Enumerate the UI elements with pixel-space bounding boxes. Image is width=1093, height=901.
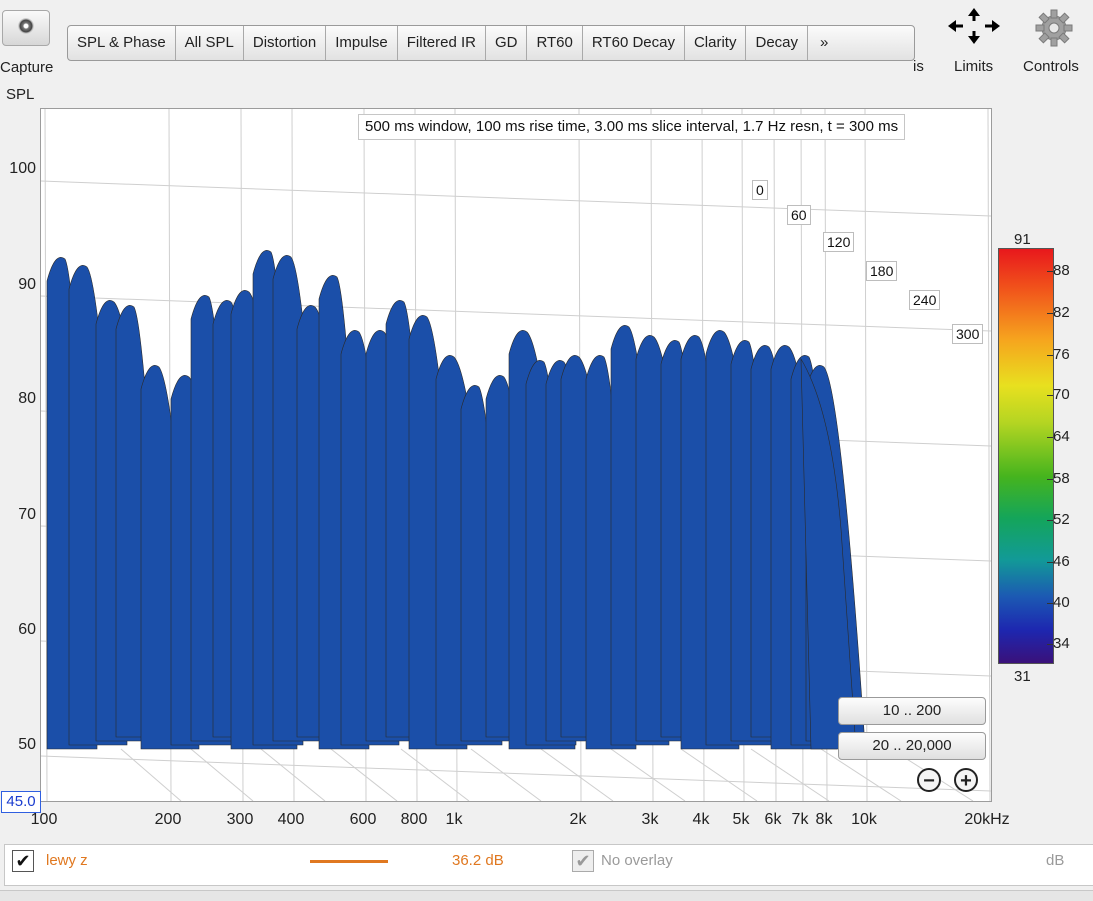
more-tabs-button[interactable]: » [808,26,840,60]
unit-label: dB [1046,852,1065,869]
x-tick: 400 [277,811,305,828]
x-tick: 3k [641,811,659,828]
x-tick: 7k [791,811,809,828]
tab-clarity[interactable]: Clarity [685,26,747,60]
zoom-in-icon[interactable]: + [954,768,978,792]
tab-spl-phase[interactable]: SPL & Phase [68,26,176,60]
limits-button[interactable]: Limits [946,6,1006,76]
y-tick: 90 [18,276,36,293]
zoom-out-icon[interactable]: − [917,768,941,792]
x-tick: 100 [30,811,58,828]
colorbar-tick: 40 [1047,594,1070,611]
limits-label: Limits [954,58,994,75]
tab-distortion[interactable]: Distortion [244,26,327,60]
tab-rt60[interactable]: RT60 [527,26,583,60]
x-tick: 10k [851,811,877,828]
colorbar-min: 31 [1014,668,1031,685]
x-tick: 2k [569,811,587,828]
y-tick: 70 [18,506,36,523]
controls-button[interactable]: Controls [1020,6,1090,76]
y-tick: 60 [18,621,36,638]
time-axis-label: 60 [787,205,811,225]
graph-tabs: SPL & Phase All SPL Distortion Impulse F… [67,25,915,61]
camera-icon [2,10,50,46]
x-tick: 1k [445,811,463,828]
legend-panel [4,844,1093,886]
time-axis-label: 0 [752,180,768,200]
tab-impulse[interactable]: Impulse [326,26,398,60]
status-bar [0,890,1093,901]
y-axis-title: SPL [6,86,35,103]
capture-label: Capture [0,59,54,76]
x-tick: 800 [400,811,428,828]
colorbar-tick: 64 [1047,428,1070,445]
trace-name[interactable]: lewy z [46,852,88,869]
show-trace-checkbox[interactable]: ✔ [12,850,34,872]
overlay-checkbox[interactable]: ✔ [572,850,594,872]
tab-decay[interactable]: Decay [746,26,809,60]
colorbar-tick: 88 [1047,262,1070,279]
tab-rt60-decay[interactable]: RT60 Decay [583,26,685,60]
time-axis-label: 180 [866,261,898,281]
tab-filtered-ir[interactable]: Filtered IR [398,26,486,60]
time-axis-label: 120 [823,232,855,252]
y-tick: 50 [18,736,36,753]
y-min-input[interactable]: 45.0 [1,791,41,813]
x-tick: 600 [349,811,377,828]
colorbar-tick: 82 [1047,304,1070,321]
controls-label: Controls [1023,58,1079,75]
time-axis-label: 240 [909,290,941,310]
x-tick: 200 [154,811,182,828]
x-tick: 5k [732,811,750,828]
range-10-200-button[interactable]: 10 .. 200 [838,697,986,725]
x-tick: 300 [226,811,254,828]
x-tick: 4k [692,811,710,828]
time-axis-label: 300 [952,324,984,344]
trace-value: 36.2 dB [452,852,504,869]
plot-info-text: 500 ms window, 100 ms rise time, 3.00 ms… [358,114,906,140]
colorbar-tick: 76 [1047,346,1070,363]
colorbar-tick: 58 [1047,470,1070,487]
tab-gd[interactable]: GD [486,26,528,60]
arrows-move-icon [946,6,1002,46]
truncated-toolbar-label: is [913,58,924,75]
gear-icon [1034,8,1074,48]
y-tick: 80 [18,390,36,407]
x-tick: 6k [764,811,782,828]
tab-all-spl[interactable]: All SPL [176,26,244,60]
x-tick: 8k [815,811,833,828]
range-20-20000-button[interactable]: 20 .. 20,000 [838,732,986,760]
trace-color-line [310,860,388,863]
colorbar-tick: 52 [1047,511,1070,528]
y-tick: 100 [9,160,36,177]
colorbar-tick: 70 [1047,386,1070,403]
capture-button[interactable]: Capture [0,4,60,76]
colorbar-tick: 34 [1047,635,1070,652]
colorbar-tick: 46 [1047,553,1070,570]
x-tick: 20kHz [964,811,1010,828]
colorbar-max: 91 [1014,231,1031,248]
color-scale-bar [998,248,1054,664]
overlay-label: No overlay [601,852,673,869]
